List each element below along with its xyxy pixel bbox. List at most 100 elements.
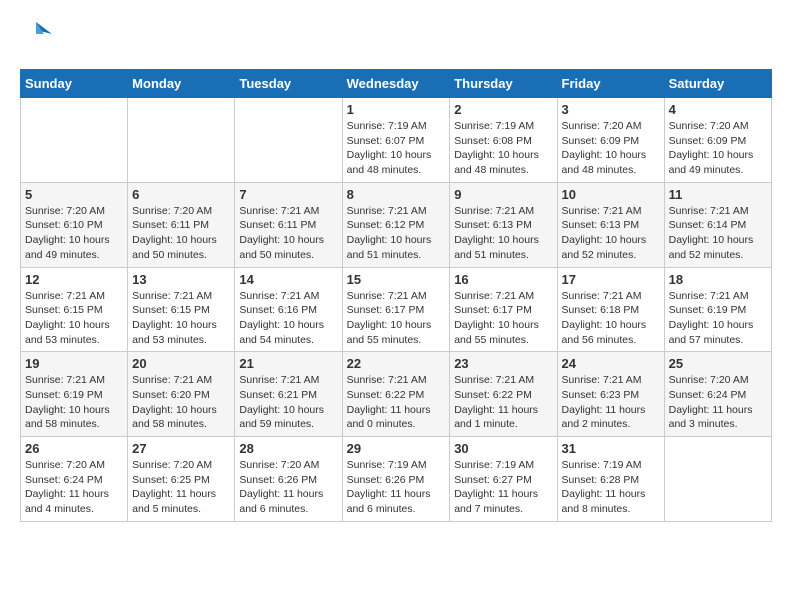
calendar-week-row: 1Sunrise: 7:19 AM Sunset: 6:07 PM Daylig… <box>21 98 772 183</box>
day-number: 9 <box>454 187 552 202</box>
day-info: Sunrise: 7:20 AM Sunset: 6:11 PM Dayligh… <box>132 204 230 263</box>
calendar-cell: 2 Sunrise: 7:19 AM Sunset: 6:08 PM Daylig… <box>450 98 557 183</box>
calendar-header-row: SundayMondayTuesdayWednesdayThursdayFrid… <box>21 70 772 98</box>
calendar-table: SundayMondayTuesdayWednesdayThursdayFrid… <box>20 69 772 522</box>
calendar-cell: 25 Sunrise: 7:20 AM Sunset: 6:24 PM Dayli… <box>664 352 771 437</box>
day-number: 14 <box>239 272 337 287</box>
page-header <box>20 20 772 53</box>
day-info: Sunrise: 7:20 AM Sunset: 6:24 PM Dayligh… <box>669 373 767 432</box>
calendar-cell <box>128 98 235 183</box>
day-number: 21 <box>239 356 337 371</box>
day-number: 17 <box>562 272 660 287</box>
day-number: 31 <box>562 441 660 456</box>
day-info: Sunrise: 7:21 AM Sunset: 6:19 PM Dayligh… <box>25 373 123 432</box>
day-info: Sunrise: 7:20 AM Sunset: 6:24 PM Dayligh… <box>25 458 123 517</box>
day-number: 26 <box>25 441 123 456</box>
calendar-cell: 18 Sunrise: 7:21 AM Sunset: 6:19 PM Dayli… <box>664 267 771 352</box>
day-info: Sunrise: 7:21 AM Sunset: 6:17 PM Dayligh… <box>454 289 552 348</box>
day-info: Sunrise: 7:20 AM Sunset: 6:09 PM Dayligh… <box>669 119 767 178</box>
day-info: Sunrise: 7:21 AM Sunset: 6:13 PM Dayligh… <box>454 204 552 263</box>
day-number: 19 <box>25 356 123 371</box>
calendar-cell: 27Sunrise: 7:20 AM Sunset: 6:25 PM Dayli… <box>128 437 235 522</box>
calendar-cell <box>21 98 128 183</box>
day-number: 13 <box>132 272 230 287</box>
calendar-cell: 21 Sunrise: 7:21 AM Sunset: 6:21 PM Dayli… <box>235 352 342 437</box>
calendar-cell: 29 Sunrise: 7:19 AM Sunset: 6:26 PM Dayli… <box>342 437 450 522</box>
col-header-sunday: Sunday <box>21 70 128 98</box>
day-number: 24 <box>562 356 660 371</box>
day-number: 11 <box>669 187 767 202</box>
day-number: 5 <box>25 187 123 202</box>
day-info: Sunrise: 7:19 AM Sunset: 6:26 PM Dayligh… <box>347 458 446 517</box>
col-header-wednesday: Wednesday <box>342 70 450 98</box>
day-number: 18 <box>669 272 767 287</box>
calendar-week-row: 5Sunrise: 7:20 AM Sunset: 6:10 PM Daylig… <box>21 182 772 267</box>
calendar-cell: 30Sunrise: 7:19 AM Sunset: 6:27 PM Dayli… <box>450 437 557 522</box>
calendar-cell: 17 Sunrise: 7:21 AM Sunset: 6:18 PM Dayli… <box>557 267 664 352</box>
logo-bird-icon <box>20 20 52 48</box>
day-info: Sunrise: 7:21 AM Sunset: 6:11 PM Dayligh… <box>239 204 337 263</box>
day-number: 4 <box>669 102 767 117</box>
day-info: Sunrise: 7:21 AM Sunset: 6:20 PM Dayligh… <box>132 373 230 432</box>
day-number: 16 <box>454 272 552 287</box>
day-info: Sunrise: 7:21 AM Sunset: 6:21 PM Dayligh… <box>239 373 337 432</box>
day-info: Sunrise: 7:20 AM Sunset: 6:26 PM Dayligh… <box>239 458 337 517</box>
day-info: Sunrise: 7:20 AM Sunset: 6:09 PM Dayligh… <box>562 119 660 178</box>
day-number: 25 <box>669 356 767 371</box>
day-number: 2 <box>454 102 552 117</box>
day-info: Sunrise: 7:21 AM Sunset: 6:17 PM Dayligh… <box>347 289 446 348</box>
day-number: 12 <box>25 272 123 287</box>
day-info: Sunrise: 7:19 AM Sunset: 6:27 PM Dayligh… <box>454 458 552 517</box>
calendar-week-row: 12 Sunrise: 7:21 AM Sunset: 6:15 PM Dayli… <box>21 267 772 352</box>
col-header-friday: Friday <box>557 70 664 98</box>
day-number: 10 <box>562 187 660 202</box>
day-number: 8 <box>347 187 446 202</box>
calendar-cell: 4 Sunrise: 7:20 AM Sunset: 6:09 PM Daylig… <box>664 98 771 183</box>
calendar-cell: 10 Sunrise: 7:21 AM Sunset: 6:13 PM Dayli… <box>557 182 664 267</box>
day-info: Sunrise: 7:19 AM Sunset: 6:08 PM Dayligh… <box>454 119 552 178</box>
calendar-week-row: 26 Sunrise: 7:20 AM Sunset: 6:24 PM Dayli… <box>21 437 772 522</box>
day-info: Sunrise: 7:21 AM Sunset: 6:16 PM Dayligh… <box>239 289 337 348</box>
calendar-cell: 7 Sunrise: 7:21 AM Sunset: 6:11 PM Daylig… <box>235 182 342 267</box>
calendar-cell: 23Sunrise: 7:21 AM Sunset: 6:22 PM Dayli… <box>450 352 557 437</box>
day-info: Sunrise: 7:21 AM Sunset: 6:15 PM Dayligh… <box>25 289 123 348</box>
calendar-cell: 11 Sunrise: 7:21 AM Sunset: 6:14 PM Dayli… <box>664 182 771 267</box>
day-number: 20 <box>132 356 230 371</box>
logo <box>20 20 56 53</box>
calendar-cell: 14 Sunrise: 7:21 AM Sunset: 6:16 PM Dayli… <box>235 267 342 352</box>
calendar-cell: 22 Sunrise: 7:21 AM Sunset: 6:22 PM Dayli… <box>342 352 450 437</box>
calendar-cell: 31 Sunrise: 7:19 AM Sunset: 6:28 PM Dayli… <box>557 437 664 522</box>
col-header-monday: Monday <box>128 70 235 98</box>
calendar-cell: 1Sunrise: 7:19 AM Sunset: 6:07 PM Daylig… <box>342 98 450 183</box>
day-info: Sunrise: 7:20 AM Sunset: 6:25 PM Dayligh… <box>132 458 230 517</box>
day-info: Sunrise: 7:21 AM Sunset: 6:22 PM Dayligh… <box>347 373 446 432</box>
col-header-thursday: Thursday <box>450 70 557 98</box>
calendar-cell: 19 Sunrise: 7:21 AM Sunset: 6:19 PM Dayli… <box>21 352 128 437</box>
col-header-tuesday: Tuesday <box>235 70 342 98</box>
day-number: 3 <box>562 102 660 117</box>
calendar-cell: 20 Sunrise: 7:21 AM Sunset: 6:20 PM Dayli… <box>128 352 235 437</box>
day-info: Sunrise: 7:19 AM Sunset: 6:28 PM Dayligh… <box>562 458 660 517</box>
calendar-cell: 5Sunrise: 7:20 AM Sunset: 6:10 PM Daylig… <box>21 182 128 267</box>
day-info: Sunrise: 7:21 AM Sunset: 6:12 PM Dayligh… <box>347 204 446 263</box>
day-number: 22 <box>347 356 446 371</box>
day-number: 7 <box>239 187 337 202</box>
col-header-saturday: Saturday <box>664 70 771 98</box>
day-number: 15 <box>347 272 446 287</box>
calendar-cell <box>664 437 771 522</box>
day-number: 6 <box>132 187 230 202</box>
calendar-cell: 28Sunrise: 7:20 AM Sunset: 6:26 PM Dayli… <box>235 437 342 522</box>
day-info: Sunrise: 7:21 AM Sunset: 6:19 PM Dayligh… <box>669 289 767 348</box>
calendar-cell: 3 Sunrise: 7:20 AM Sunset: 6:09 PM Daylig… <box>557 98 664 183</box>
day-number: 29 <box>347 441 446 456</box>
calendar-cell: 16 Sunrise: 7:21 AM Sunset: 6:17 PM Dayli… <box>450 267 557 352</box>
calendar-cell: 12 Sunrise: 7:21 AM Sunset: 6:15 PM Dayli… <box>21 267 128 352</box>
day-number: 23 <box>454 356 552 371</box>
calendar-cell: 24Sunrise: 7:21 AM Sunset: 6:23 PM Dayli… <box>557 352 664 437</box>
day-info: Sunrise: 7:21 AM Sunset: 6:14 PM Dayligh… <box>669 204 767 263</box>
calendar-cell: 13Sunrise: 7:21 AM Sunset: 6:15 PM Dayli… <box>128 267 235 352</box>
calendar-cell: 6 Sunrise: 7:20 AM Sunset: 6:11 PM Daylig… <box>128 182 235 267</box>
day-number: 1 <box>347 102 446 117</box>
day-info: Sunrise: 7:21 AM Sunset: 6:13 PM Dayligh… <box>562 204 660 263</box>
day-info: Sunrise: 7:21 AM Sunset: 6:18 PM Dayligh… <box>562 289 660 348</box>
